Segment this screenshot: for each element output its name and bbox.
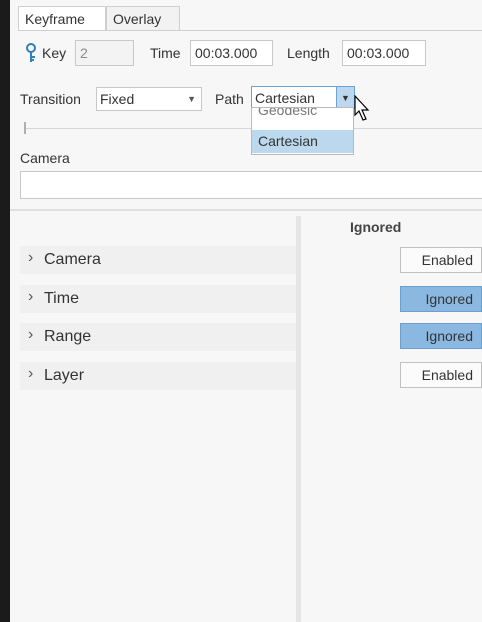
chevron-right-icon[interactable]: › bbox=[28, 249, 33, 267]
tab-keyframe[interactable]: Keyframe bbox=[18, 6, 106, 30]
state-toggle[interactable]: Enabled bbox=[400, 362, 482, 388]
key-label: Key bbox=[42, 45, 67, 61]
path-dropdown-list: Geodesic Cartesian bbox=[251, 107, 354, 155]
column-splitter[interactable] bbox=[296, 216, 301, 622]
column-header-state: Ignored bbox=[350, 219, 402, 235]
camera-label: Camera bbox=[20, 150, 70, 166]
state-toggle[interactable]: Ignored bbox=[400, 286, 482, 312]
camera-input[interactable] bbox=[20, 171, 482, 199]
tab-divider bbox=[18, 30, 482, 31]
transition-label: Transition bbox=[20, 91, 81, 107]
path-select[interactable]: Cartesian ▼ bbox=[251, 86, 355, 109]
path-option-geodesic[interactable]: Geodesic bbox=[252, 108, 353, 122]
row-label: Time bbox=[44, 290, 79, 307]
length-field[interactable]: 00:03.000 bbox=[342, 40, 426, 66]
chevron-right-icon[interactable]: › bbox=[28, 288, 33, 306]
row-label: Range bbox=[44, 328, 92, 345]
chevron-right-icon[interactable]: › bbox=[28, 326, 33, 344]
table-row[interactable]: › Time bbox=[20, 285, 296, 313]
time-field[interactable]: 00:03.000 bbox=[190, 40, 273, 66]
state-toggle[interactable]: Ignored bbox=[400, 323, 482, 349]
window-left-edge bbox=[0, 0, 10, 622]
state-toggle[interactable]: Enabled bbox=[400, 247, 482, 273]
chevron-right-icon[interactable]: › bbox=[28, 365, 33, 383]
chevron-down-icon[interactable]: ▼ bbox=[336, 87, 354, 109]
mouse-pointer-icon bbox=[354, 95, 370, 121]
table-row[interactable]: › Camera bbox=[20, 246, 296, 274]
tab-overlay[interactable]: Overlay bbox=[106, 6, 180, 30]
transition-select[interactable]: Fixed ▼ bbox=[96, 87, 202, 111]
table-row[interactable]: › Layer bbox=[20, 362, 296, 390]
keyframe-properties-panel: Keyframe Overlay Key 2 Time 00:03.000 Le… bbox=[10, 0, 482, 622]
length-label: Length bbox=[287, 45, 330, 61]
path-option-cartesian[interactable]: Cartesian bbox=[252, 130, 353, 153]
time-label: Time bbox=[150, 45, 181, 61]
key-icon bbox=[26, 43, 36, 62]
chevron-down-icon: ▼ bbox=[187, 94, 196, 104]
path-label: Path bbox=[215, 91, 244, 107]
section-divider bbox=[10, 209, 482, 211]
table-row[interactable]: › Range bbox=[20, 323, 296, 351]
row-label: Camera bbox=[44, 251, 101, 268]
key-field: 2 bbox=[75, 40, 134, 66]
time-slider-thumb[interactable] bbox=[24, 122, 26, 134]
transition-value: Fixed bbox=[100, 91, 135, 107]
path-value: Cartesian bbox=[255, 90, 315, 106]
row-label: Layer bbox=[44, 367, 85, 384]
